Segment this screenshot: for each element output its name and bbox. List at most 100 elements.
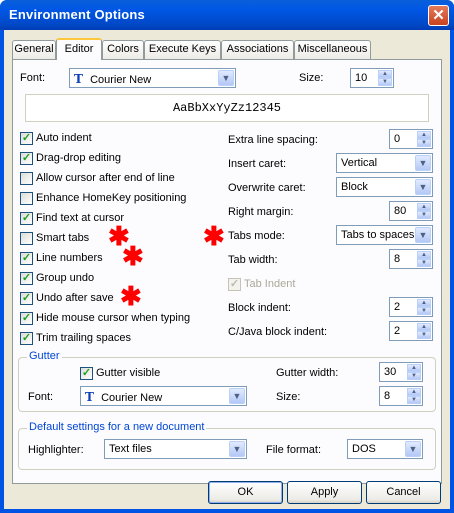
spin-up-icon[interactable]: ▲ — [407, 388, 421, 396]
block-indent-spinner[interactable]: 2 ▲ ▼ — [389, 297, 433, 317]
tab-associations[interactable]: Associations — [221, 40, 294, 59]
tab-miscellaneous[interactable]: Miscellaneous — [294, 40, 371, 59]
red-asterisk-icon: ✱ — [203, 221, 225, 251]
spin-up-icon[interactable]: ▲ — [417, 299, 431, 307]
truetype-icon: T — [85, 390, 94, 404]
right-margin-spinner[interactable]: 80 ▲ ▼ — [389, 201, 433, 221]
chevron-down-icon[interactable]: ▼ — [415, 179, 431, 195]
gutter-size-spinner[interactable]: 8 ▲ ▼ — [379, 386, 423, 406]
gutter-font-label: Font: — [28, 391, 54, 403]
find-text-checkbox[interactable]: ✓ — [20, 212, 33, 225]
spin-down-icon[interactable]: ▼ — [378, 78, 392, 86]
drag-drop-label[interactable]: Drag-drop editing — [36, 152, 121, 164]
gutter-width-label: Gutter width: — [276, 367, 339, 379]
chevron-down-icon[interactable]: ▼ — [229, 441, 245, 457]
tabs-mode-label: Tabs mode: — [228, 230, 285, 242]
line-numbers-label[interactable]: Line numbers — [36, 252, 103, 264]
close-button[interactable]: ✕ — [428, 5, 449, 26]
red-asterisk-icon: ✱ — [120, 281, 142, 311]
group-undo-checkbox[interactable]: ✓ — [20, 272, 33, 285]
window-title: Environment Options — [9, 7, 145, 22]
defaults-caption: Default settings for a new document — [27, 421, 207, 433]
chevron-down-icon[interactable]: ▼ — [405, 441, 421, 457]
hide-mouse-checkbox[interactable]: ✓ — [20, 312, 33, 325]
spin-up-icon[interactable]: ▲ — [378, 70, 392, 78]
group-undo-label[interactable]: Group undo — [36, 272, 94, 284]
spin-down-icon[interactable]: ▼ — [417, 259, 431, 267]
gutter-font-select[interactable]: T Courier New ▼ — [80, 386, 247, 406]
line-numbers-checkbox[interactable]: ✓ — [20, 252, 33, 265]
font-preview: AaBbXxYyZz12345 — [25, 94, 429, 122]
tab-execute-keys[interactable]: Execute Keys — [144, 40, 221, 59]
file-format-select[interactable]: DOS ▼ — [347, 439, 423, 459]
gutter-width-spinner[interactable]: 30 ▲ ▼ — [379, 362, 423, 382]
gutter-visible-checkbox[interactable]: ✓ — [80, 367, 93, 380]
cancel-button[interactable]: Cancel — [366, 481, 441, 504]
spin-down-icon[interactable]: ▼ — [417, 211, 431, 219]
font-select[interactable]: T Courier New ▼ — [69, 68, 236, 88]
chevron-down-icon[interactable]: ▼ — [415, 227, 431, 243]
gutter-visible-label[interactable]: Gutter visible — [96, 367, 160, 379]
highlighter-select[interactable]: Text files ▼ — [104, 439, 247, 459]
tabs-mode-select[interactable]: Tabs to spaces ▼ — [336, 225, 433, 245]
file-format-label: File format: — [266, 444, 322, 456]
right-margin-label: Right margin: — [228, 206, 294, 218]
enhance-homekey-checkbox[interactable] — [20, 192, 33, 205]
dialog-client: General Editor Colors Execute Keys Assoc… — [4, 30, 450, 509]
spin-down-icon[interactable]: ▼ — [407, 396, 421, 404]
gutter-size-label: Size: — [276, 391, 301, 403]
tab-general[interactable]: General — [12, 40, 56, 59]
red-asterisk-icon: ✱ — [122, 241, 144, 271]
spin-up-icon[interactable]: ▲ — [407, 364, 421, 372]
allow-cursor-label[interactable]: Allow cursor after end of line — [36, 172, 175, 184]
font-label: Font: — [20, 72, 46, 84]
highlighter-label: Highlighter: — [28, 444, 84, 456]
spin-down-icon[interactable]: ▼ — [417, 307, 431, 315]
chevron-down-icon[interactable]: ▼ — [415, 155, 431, 171]
apply-button[interactable]: Apply — [287, 481, 362, 504]
overwrite-caret-label: Overwrite caret: — [228, 182, 306, 194]
tab-indent-checkbox[interactable]: ✓ — [228, 278, 241, 291]
undo-after-save-checkbox[interactable]: ✓ — [20, 292, 33, 305]
tab-width-spinner[interactable]: 8 ▲ ▼ — [389, 249, 433, 269]
extra-spacing-spinner[interactable]: 0 ▲ ▼ — [389, 129, 433, 149]
trim-spaces-label[interactable]: Trim trailing spaces — [36, 332, 131, 344]
chevron-down-icon[interactable]: ▼ — [229, 388, 245, 404]
chevron-down-icon[interactable]: ▼ — [218, 70, 234, 86]
cjava-indent-spinner[interactable]: 2 ▲ ▼ — [389, 321, 433, 341]
spin-up-icon[interactable]: ▲ — [417, 203, 431, 211]
tab-editor[interactable]: Editor — [56, 38, 102, 60]
trim-spaces-checkbox[interactable]: ✓ — [20, 332, 33, 345]
spin-down-icon[interactable]: ▼ — [417, 331, 431, 339]
insert-caret-select[interactable]: Vertical ▼ — [336, 153, 433, 173]
tab-width-label: Tab width: — [228, 254, 278, 266]
undo-after-save-label[interactable]: Undo after save — [36, 292, 114, 304]
spin-up-icon[interactable]: ▲ — [417, 323, 431, 331]
ok-button[interactable]: OK — [208, 481, 283, 504]
auto-indent-checkbox[interactable]: ✓ — [20, 132, 33, 145]
allow-cursor-checkbox[interactable] — [20, 172, 33, 185]
spin-up-icon[interactable]: ▲ — [417, 251, 431, 259]
truetype-icon: T — [74, 72, 83, 86]
font-size-spinner[interactable]: 10 ▲ ▼ — [350, 68, 394, 88]
smart-tabs-checkbox[interactable] — [20, 232, 33, 245]
title-bar[interactable]: Environment Options ✕ — [0, 0, 454, 30]
smart-tabs-label[interactable]: Smart tabs — [36, 232, 89, 244]
drag-drop-checkbox[interactable]: ✓ — [20, 152, 33, 165]
tab-colors[interactable]: Colors — [102, 40, 144, 59]
cjava-indent-label: C/Java block indent: — [228, 326, 328, 338]
extra-spacing-label: Extra line spacing: — [228, 134, 318, 146]
spin-down-icon[interactable]: ▼ — [407, 372, 421, 380]
auto-indent-label[interactable]: Auto indent — [36, 132, 92, 144]
hide-mouse-label[interactable]: Hide mouse cursor when typing — [36, 312, 190, 324]
editor-panel: Font: T Courier New ▼ Size: 10 ▲ ▼ AaBbXx… — [12, 59, 442, 484]
spin-up-icon[interactable]: ▲ — [417, 131, 431, 139]
gutter-caption: Gutter — [27, 350, 62, 362]
insert-caret-label: Insert caret: — [228, 158, 287, 170]
overwrite-caret-select[interactable]: Block ▼ — [336, 177, 433, 197]
font-size-label: Size: — [299, 72, 324, 84]
spin-down-icon[interactable]: ▼ — [417, 139, 431, 147]
dialog-window: Environment Options ✕ General Editor Col… — [0, 0, 454, 513]
block-indent-label: Block indent: — [228, 302, 291, 314]
enhance-homekey-label[interactable]: Enhance HomeKey positioning — [36, 192, 186, 204]
